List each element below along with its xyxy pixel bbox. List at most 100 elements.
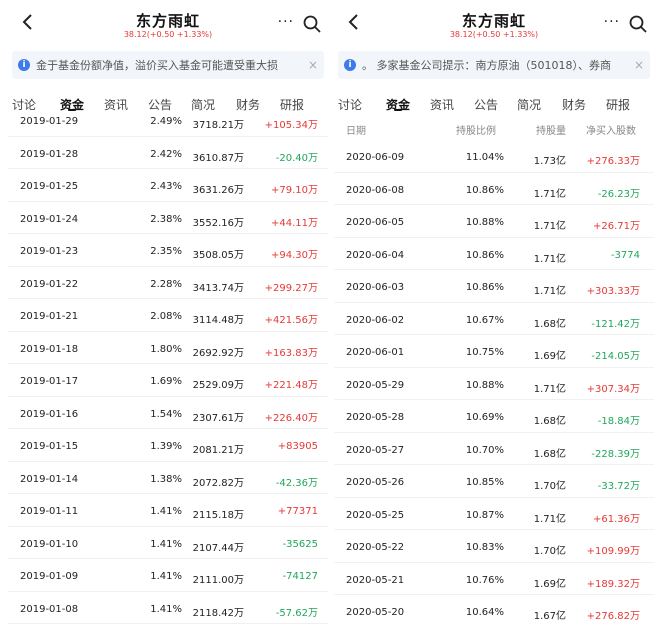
table-row[interactable]: 2020-06-08 10.86% 1.71亿 -26.23万 [334, 173, 654, 205]
table-row[interactable]: 2019-01-23 2.35% 3508.05万 +94.30万 [8, 234, 328, 267]
notice-banner[interactable]: i 金于基金份额净值，溢价买入基金可能遭受重大损 × [12, 51, 324, 79]
cell-ratio: 2.43% [150, 181, 182, 192]
search-icon[interactable] [302, 14, 322, 34]
cell-flow: +303.33万 [586, 286, 640, 297]
cell-shares: 2692.92万 [192, 347, 244, 359]
cell-ratio: 1.41% [150, 603, 182, 615]
tab-0[interactable]: 讨论 [338, 96, 362, 113]
cell-ratio: 10.75% [465, 347, 504, 358]
close-icon[interactable]: × [634, 58, 644, 72]
cell-shares: 2107.44万 [192, 542, 244, 554]
table-row[interactable]: 2020-06-02 10.67% 1.68亿 -121.42万 [334, 303, 654, 335]
table-row[interactable]: 2020-06-04 10.86% 1.71亿 -3774 [334, 238, 654, 270]
tab-2[interactable]: 资讯 [430, 96, 454, 113]
info-icon: i [344, 59, 356, 71]
cell-shares: 1.69亿 [533, 351, 566, 362]
table-row[interactable]: 2020-05-20 10.64% 1.67亿 +276.82万 [334, 595, 654, 625]
table-row[interactable]: 2019-01-18 1.80% 2692.92万 +163.83万 [8, 332, 328, 364]
table-row[interactable]: 2019-01-28 2.42% 3610.87万 -20.40万 [8, 137, 328, 169]
cell-shares: 3552.16万 [192, 217, 244, 229]
search-icon[interactable] [628, 14, 648, 34]
cell-ratio: 10.88% [465, 217, 504, 228]
tab-5[interactable]: 财务 [562, 96, 586, 113]
table-row[interactable]: 2019-01-24 2.38% 3552.16万 +44.11万 [8, 202, 328, 234]
cell-ratio: 2.42% [150, 148, 182, 160]
cell-date: 2019-01-08 [20, 603, 79, 615]
table-row[interactable]: 2019-01-22 2.28% 3413.74万 +299.27万 [8, 267, 328, 299]
cell-date: 2020-05-20 [346, 607, 405, 618]
table-row[interactable]: 2019-01-10 1.41% 2107.44万 -35625 [8, 527, 328, 559]
table-row[interactable]: 2020-06-01 10.75% 1.69亿 -214.05万 [334, 335, 654, 368]
table-row[interactable]: 2020-05-21 10.76% 1.69亿 +189.32万 [334, 563, 654, 595]
notice-text: 。 多家基金公司提示：南方原油（501018）、券商 [362, 59, 611, 72]
column-header-ratio: 持股比例 [456, 126, 496, 137]
cell-shares: 2115.18万 [192, 510, 244, 521]
cell-date: 2019-01-16 [20, 408, 79, 420]
cell-date: 2019-01-21 [20, 311, 79, 322]
tab-4[interactable]: 简况 [517, 96, 541, 113]
cell-shares: 1.73亿 [533, 156, 566, 167]
cell-date: 2020-06-05 [346, 217, 405, 228]
table-row[interactable]: 2020-06-05 10.88% 1.71亿 +26.71万 [334, 205, 654, 238]
cell-date: 2019-01-14 [20, 473, 79, 485]
cell-flow: +421.56万 [264, 315, 318, 326]
table-row[interactable]: 2019-01-29 2.49% 3718.21万 +105.34万 [8, 104, 328, 137]
tab-3[interactable]: 公告 [474, 96, 498, 113]
cell-shares: 2118.42万 [192, 607, 244, 619]
table-row[interactable]: 2019-01-08 1.41% 2118.42万 -57.62万 [8, 592, 328, 624]
cell-shares: 1.70亿 [533, 546, 566, 557]
table-row[interactable]: 2020-05-22 10.83% 1.70亿 +109.99万 [334, 530, 654, 563]
table-row[interactable]: 2019-01-09 1.41% 2111.00万 -74127 [8, 559, 328, 592]
table-row[interactable]: 2019-01-14 1.38% 2072.82万 -42.36万 [8, 462, 328, 494]
cell-shares: 2111.00万 [192, 575, 244, 586]
cell-date: 2020-05-29 [346, 379, 405, 391]
cell-ratio: 1.41% [150, 506, 182, 517]
stock-quote: 38.12(+0.50 +1.33%) [449, 30, 539, 39]
cell-date: 2019-01-29 [20, 116, 79, 127]
table-row[interactable]: 2020-05-28 10.69% 1.68亿 -18.84万 [334, 400, 654, 433]
notice-banner[interactable]: i 。 多家基金公司提示：南方原油（501018）、券商 × [338, 51, 650, 79]
table-row[interactable]: 2020-05-29 10.88% 1.71亿 +307.34万 [334, 368, 654, 400]
cell-flow: +163.83万 [264, 347, 318, 359]
more-icon[interactable]: ··· [604, 14, 620, 30]
cell-shares: 3610.87万 [192, 152, 244, 164]
table-row[interactable]: 2019-01-21 2.08% 3114.48万 +421.56万 [8, 299, 328, 332]
cell-flow: -18.84万 [597, 416, 640, 427]
cell-date: 2019-01-09 [20, 571, 79, 582]
table-row[interactable]: 2020-06-09 11.04% 1.73亿 +276.33万 [334, 140, 654, 173]
cell-shares: 3114.48万 [192, 315, 244, 326]
table-row[interactable]: 2020-05-25 10.87% 1.71亿 +61.36万 [334, 498, 654, 530]
table-row[interactable]: 2019-01-16 1.54% 2307.61万 +226.40万 [8, 397, 328, 429]
cell-shares: 1.69亿 [533, 578, 566, 590]
cell-date: 2020-05-22 [346, 542, 405, 553]
table-row[interactable]: 2019-01-25 2.43% 3631.26万 +79.10万 [8, 169, 328, 202]
cell-ratio: 10.86% [465, 184, 504, 196]
cell-date: 2020-06-09 [346, 152, 405, 163]
cell-shares: 3718.21万 [192, 120, 244, 131]
table-row[interactable]: 2020-05-27 10.70% 1.68亿 -228.39万 [334, 433, 654, 465]
table-row[interactable]: 2019-01-11 1.41% 2115.18万 +77371 [8, 494, 328, 527]
cell-flow: -214.05万 [591, 351, 640, 362]
more-icon[interactable]: ··· [278, 14, 294, 30]
cell-ratio: 1.54% [150, 408, 182, 420]
cell-date: 2020-06-04 [346, 249, 405, 261]
cell-shares: 1.68亿 [533, 318, 566, 330]
cell-date: 2020-05-27 [346, 444, 405, 456]
table-row[interactable]: 2020-06-03 10.86% 1.71亿 +303.33万 [334, 270, 654, 303]
cell-ratio: 11.04% [465, 152, 504, 163]
table-row[interactable]: 2019-01-15 1.39% 2081.21万 +83905 [8, 429, 328, 462]
table-row[interactable]: 2019-01-17 1.69% 2529.09万 +221.48万 [8, 364, 328, 397]
cell-ratio: 10.85% [465, 477, 504, 488]
right-phone-screen: 东方雨虹 38.12(+0.50 +1.33%) ··· i 。 多家基金公司提… [334, 0, 654, 625]
cell-date: 2019-01-24 [20, 213, 79, 225]
cell-date: 2019-01-23 [20, 246, 79, 257]
stock-quote: 38.12(+0.50 +1.33%) [123, 30, 213, 39]
cell-flow: -74127 [282, 571, 318, 582]
tab-1[interactable]: 资金 [386, 96, 410, 113]
tab-6[interactable]: 研报 [606, 96, 630, 113]
cell-date: 2019-01-28 [20, 148, 79, 160]
table-row[interactable]: 2020-05-26 10.85% 1.70亿 -33.72万 [334, 465, 654, 498]
top-bar: 东方雨虹 38.12(+0.50 +1.33%) ··· [334, 0, 654, 46]
close-icon[interactable]: × [308, 58, 318, 72]
screenshot: 东方雨虹 38.12(+0.50 +1.33%) ··· i 金于基金份额净值，… [0, 0, 660, 625]
